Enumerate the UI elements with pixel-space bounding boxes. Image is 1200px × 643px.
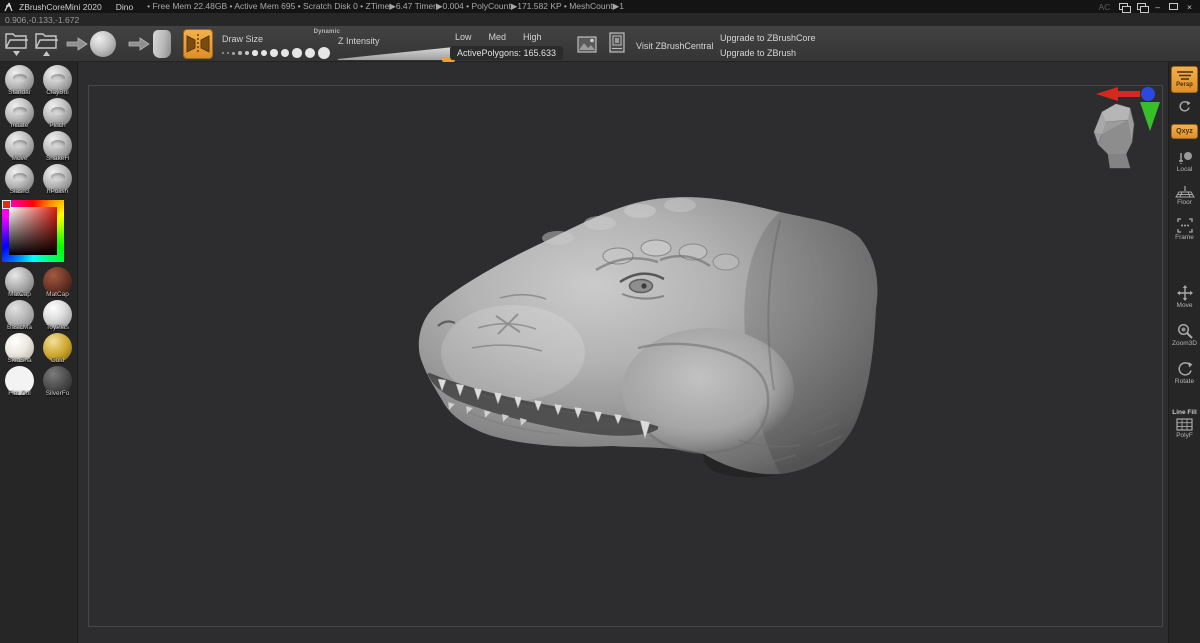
draw-size-dots[interactable]	[222, 46, 330, 60]
symmetry-button[interactable]	[183, 29, 213, 59]
brush-pinch[interactable]: Pinch	[41, 98, 75, 129]
sculpt-viewport[interactable]	[78, 62, 1168, 643]
perspective-lines-icon	[1176, 71, 1194, 82]
z-intensity-label: Z Intensity	[338, 36, 380, 46]
color-picker[interactable]	[2, 200, 64, 262]
resolution-control: Low Med High ActivePolygons: 165.633	[455, 32, 542, 42]
save-document-button[interactable]	[34, 30, 59, 57]
current-color-swatch	[2, 200, 11, 209]
brush-hpolish[interactable]: hPolish	[41, 164, 75, 195]
app-title: ZBrushCoreMini 2020	[19, 2, 102, 12]
material-palette: MatCap MatCap BasicMa ToyPlas SkinSha Go…	[0, 264, 77, 397]
material-matcap-red[interactable]: MatCap	[41, 267, 75, 298]
material-gold[interactable]: Gold	[41, 333, 75, 364]
active-polygons-readout: ActivePolygons: 165.633	[450, 46, 563, 60]
rotate-arrows-icon	[1177, 361, 1193, 377]
z-intensity-control[interactable]: Z Intensity	[338, 31, 456, 61]
color-picker-sv-square[interactable]	[9, 207, 57, 255]
brush-snakehook[interactable]: SnakeH	[41, 131, 75, 162]
line-fill-label: Line Fill	[1172, 409, 1197, 416]
top-toolbar: Draw Size Dynamic Z Intensity Low Med Hi…	[0, 26, 1200, 62]
material-skinshade[interactable]: SkinSha	[3, 333, 37, 364]
maximize-button[interactable]	[1169, 3, 1178, 10]
material-basic[interactable]: BasicMa	[3, 300, 37, 331]
book-icon	[608, 32, 626, 53]
qxyz-button[interactable]: Qxyz	[1171, 124, 1198, 139]
quality-med-button[interactable]: Med	[489, 32, 507, 42]
cursor-coordinates: 0.906,-0.133,-1.672	[5, 15, 79, 25]
title-bar: ZBrushCoreMini 2020 Dino • Free Mem 22.4…	[0, 0, 1200, 13]
trex-head-model[interactable]	[408, 178, 890, 490]
spin-icon[interactable]	[1178, 100, 1191, 118]
material-matcap-gray[interactable]: MatCap	[3, 267, 37, 298]
floor-grid-icon	[1175, 185, 1195, 198]
restore-sphere-button[interactable]	[90, 31, 116, 57]
draw-size-label: Draw Size	[222, 34, 263, 44]
upgrade-zbrush-link[interactable]: Upgrade to ZBrush	[720, 48, 796, 58]
axis-gizmo[interactable]	[1092, 84, 1168, 136]
frame-button[interactable]: Frame	[1175, 218, 1194, 241]
export-3d-print-button[interactable]	[606, 32, 628, 52]
axis-x-arrow	[1096, 87, 1140, 101]
polyf-button[interactable]: Line Fill PolyF	[1172, 409, 1197, 439]
brush-standard[interactable]: Standar	[3, 65, 37, 96]
upgrade-zbrushcore-link[interactable]: Upgrade to ZBrushCore	[720, 33, 816, 43]
material-toyplastic[interactable]: ToyPlas	[41, 300, 75, 331]
coordinates-bar: 0.906,-0.133,-1.672	[0, 13, 1200, 26]
axis-z-sphere	[1141, 87, 1155, 101]
arrow-right-icon	[128, 37, 150, 56]
quality-low-button[interactable]: Low	[455, 32, 472, 42]
load-document-button[interactable]	[4, 30, 29, 57]
rotate-button[interactable]: Rotate	[1175, 361, 1194, 385]
visit-zbrushcentral-link[interactable]: Visit ZBrushCentral	[636, 41, 713, 51]
magnifier-icon	[1177, 323, 1193, 339]
persp-button[interactable]: Persp	[1171, 66, 1198, 93]
material-silver[interactable]: SilverFo	[41, 366, 75, 397]
export-image-button[interactable]	[576, 34, 598, 54]
move-button[interactable]: Move	[1177, 285, 1193, 309]
ac-indicator: AC	[1098, 2, 1110, 12]
brush-move[interactable]: Move	[3, 131, 37, 162]
draw-size-control[interactable]: Draw Size Dynamic	[222, 29, 340, 61]
material-flatcolor[interactable]: Flat Col	[3, 366, 37, 397]
frame-brackets-icon	[1177, 218, 1193, 233]
local-pivot-icon	[1176, 151, 1194, 165]
quality-high-button[interactable]: High	[523, 32, 542, 42]
brush-slash3[interactable]: Slash3	[3, 164, 37, 195]
arrow-right-icon	[66, 37, 88, 56]
floor-button[interactable]: Floor	[1175, 185, 1195, 206]
zbrush-logo-icon	[4, 2, 13, 12]
brush-inflate[interactable]: Inflate	[3, 98, 37, 129]
brush-claybuildup[interactable]: ClayBui	[41, 65, 75, 96]
memory-stats: • Free Mem 22.48GB • Active Mem 695 • Sc…	[147, 1, 624, 12]
local-button[interactable]: Local	[1176, 151, 1194, 173]
move-arrows-icon	[1177, 285, 1193, 301]
dock-window-icon[interactable]	[1137, 3, 1146, 10]
dynamic-label: Dynamic	[314, 29, 340, 35]
restore-down-icon[interactable]	[1119, 3, 1128, 10]
close-button[interactable]: ×	[1187, 2, 1192, 12]
active-tool-button[interactable]	[153, 30, 171, 58]
document-name: Dino	[116, 2, 133, 12]
zbrushcoremini-window: ZBrushCoreMini 2020 Dino • Free Mem 22.4…	[0, 0, 1200, 643]
brush-palette: Standar ClayBui Inflate Pinch Move Snake…	[0, 62, 77, 195]
z-intensity-slider[interactable]	[338, 47, 454, 60]
minimize-button[interactable]: –	[1155, 2, 1160, 12]
zoom3d-button[interactable]: Zoom3D	[1172, 323, 1197, 347]
left-panel: Standar ClayBui Inflate Pinch Move Snake…	[0, 62, 78, 643]
right-panel: Persp Qxyz Local Floor	[1168, 62, 1200, 643]
image-icon	[577, 36, 597, 53]
symmetry-mirror-icon	[185, 32, 211, 56]
axis-y-arrow	[1140, 102, 1160, 131]
polyframe-grid-icon	[1176, 418, 1193, 431]
